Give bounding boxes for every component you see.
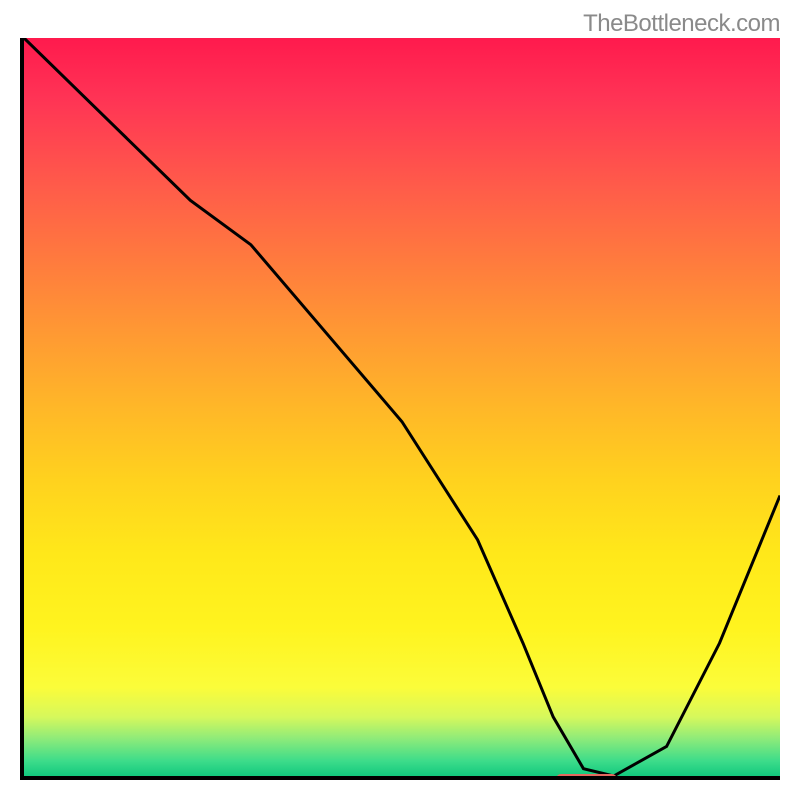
curve-path: [24, 38, 780, 776]
chart-container: TheBottleneck.com: [0, 0, 800, 800]
watermark-text: TheBottleneck.com: [583, 10, 780, 38]
bottleneck-curve: [24, 38, 780, 776]
plot-area: [20, 38, 780, 780]
optimal-marker: [556, 774, 617, 780]
